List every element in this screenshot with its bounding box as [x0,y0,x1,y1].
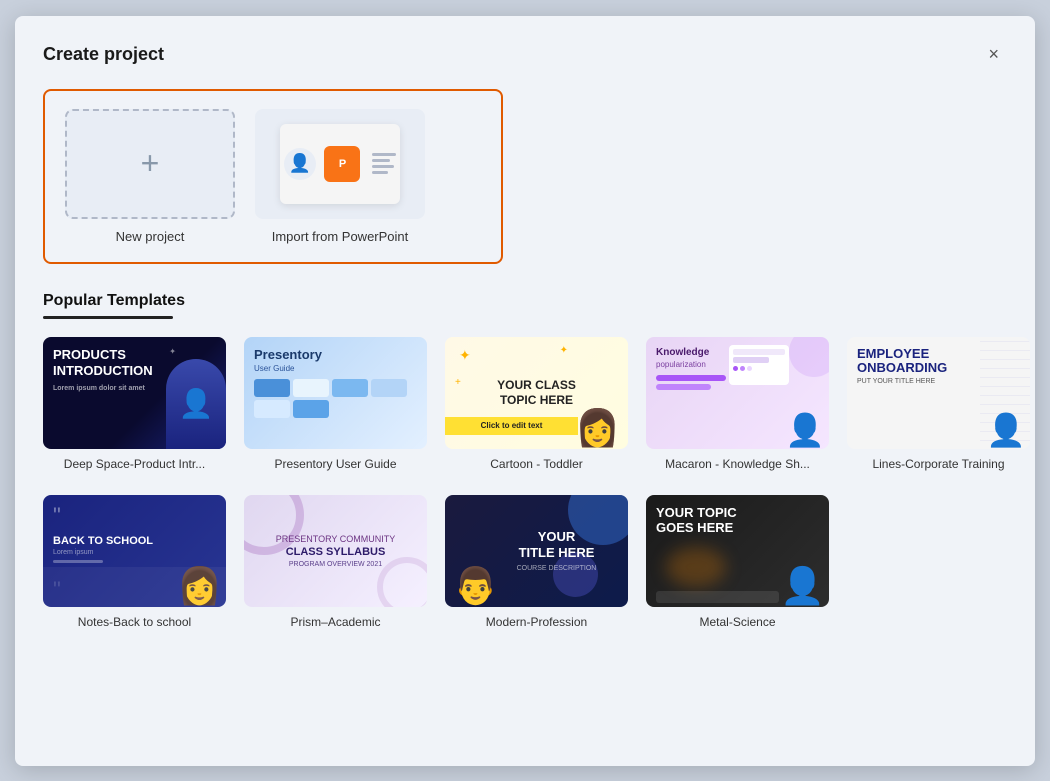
deep-space-subtitle: Lorem ipsum dolor sit amet [53,384,153,393]
cartoon-cta-bar: Click to edit text [445,417,578,435]
template-macaron[interactable]: Knowledge popularization [646,337,829,471]
lines-emp-text: EMPLOYEEONBOARDING [857,347,947,376]
template-thumb-notes: " BACK TO SCHOOL Lorem ipsum 👩 " [43,495,226,607]
classroom-bg [43,567,226,607]
template-presentory[interactable]: Presentory User Guide Presentory User Gu… [244,337,427,471]
template-thumb-lines: EMPLOYEEONBOARDING PUT YOUR TITLE HERE 👤 [847,337,1030,449]
templates-grid: PRODUCTSINTRODUCTION Lorem ipsum dolor s… [43,337,1007,629]
template-label-metal: Metal-Science [699,615,775,629]
modern-subtitle: COURSE DESCRIPTION [517,565,597,572]
template-label-notes: Notes-Back to school [78,615,191,629]
templates-row-2: " BACK TO SCHOOL Lorem ipsum 👩 " Notes-B… [43,495,1007,629]
macaron-window [729,345,789,385]
prism-subtitle: PROGRAM OVERVIEW 2021 [289,561,382,568]
template-prism[interactable]: PRESENTORY COMMUNITY CLASS SYLLABUS PROG… [244,495,427,629]
template-lines[interactable]: EMPLOYEEONBOARDING PUT YOUR TITLE HERE 👤… [847,337,1030,471]
template-modern[interactable]: 👨 YOURTITLE HERE COURSE DESCRIPTION Mode… [445,495,628,629]
plus-icon: + [141,145,160,182]
cartoon-person: 👩 [575,407,620,449]
template-label-prism: Prism–Academic [290,615,380,629]
template-thumb-modern: 👨 YOURTITLE HERE COURSE DESCRIPTION [445,495,628,607]
metal-person: 👤 [780,565,825,607]
modern-title: YOURTITLE HERE [517,529,597,560]
ppt-icon: P [324,146,360,182]
presentory-title: Presentory [254,347,417,362]
top-section: + New project 👤 P Import from PowerPoint [43,89,503,264]
metal-keyboard [656,591,779,603]
template-thumb-prism: PRESENTORY COMMUNITY CLASS SYLLABUS PROG… [244,495,427,607]
notes-sub: Lorem ipsum [53,549,153,556]
import-ppt-inner: 👤 P [280,124,400,204]
template-label-deep-space: Deep Space-Product Intr... [64,457,205,471]
wavy-line-1 [372,153,396,156]
template-label-modern: Modern-Profession [486,615,587,629]
template-label-cartoon: Cartoon - Toddler [490,457,583,471]
wavy-line-3 [372,165,394,168]
macaron-subtitle: popularization [656,360,726,369]
notes-back-text: BACK TO SCHOOL [53,535,153,547]
lines-person: 👤 [986,411,1026,449]
template-thumb-presentory: Presentory User Guide [244,337,427,449]
import-ppt-label: Import from PowerPoint [272,229,409,244]
metal-glow [666,547,726,587]
star-deco-1: ✦ [459,347,471,364]
template-thumb-macaron: Knowledge popularization [646,337,829,449]
presentory-subtitle: User Guide [254,364,417,373]
import-ppt-box: 👤 P [255,109,425,219]
prism-class-syllabus: CLASS SYLLABUS [286,546,386,558]
template-thumb-metal: YOUR TOPICGOES HERE 👤 [646,495,829,607]
template-label-macaron: Macaron - Knowledge Sh... [665,457,810,471]
template-metal[interactable]: YOUR TOPICGOES HERE 👤 Metal-Science [646,495,829,629]
person-icon: 👤 [284,148,316,180]
wavy-lines [372,153,396,174]
presentory-blocks [254,379,417,418]
template-thumb-deep-space: PRODUCTSINTRODUCTION Lorem ipsum dolor s… [43,337,226,449]
new-project-card[interactable]: + New project [65,109,235,244]
templates-row-1: PRODUCTSINTRODUCTION Lorem ipsum dolor s… [43,337,1007,471]
template-thumb-cartoon: YOUR CLASSTOPIC HERE 👩 ✦ + ✦ Click to ed… [445,337,628,449]
template-notes[interactable]: " BACK TO SCHOOL Lorem ipsum 👩 " Notes-B… [43,495,226,629]
close-button[interactable]: × [980,40,1007,69]
lines-sub-text: PUT YOUR TITLE HERE [857,378,947,385]
notes-quote: " [53,505,153,527]
template-label-presentory: Presentory User Guide [274,457,396,471]
new-project-label: New project [116,229,185,244]
create-project-dialog: Create project × + New project 👤 P [15,16,1035,766]
macaron-title: Knowledge [656,347,726,358]
quote-close: " [53,577,61,603]
wavy-line-2 [372,159,390,162]
template-deep-space[interactable]: PRODUCTSINTRODUCTION Lorem ipsum dolor s… [43,337,226,471]
deep-space-title: PRODUCTSINTRODUCTION [53,347,153,381]
template-cartoon[interactable]: YOUR CLASSTOPIC HERE 👩 ✦ + ✦ Click to ed… [445,337,628,471]
dialog-title: Create project [43,44,164,65]
section-underline [43,316,173,319]
deco-star: ✦ [169,347,176,356]
cartoon-topic-text: YOUR CLASSTOPIC HERE [497,378,576,407]
wavy-line-4 [372,171,388,174]
deep-space-person: 👤 [166,359,226,449]
modern-person: 👨 [453,565,498,607]
new-project-box: + [65,109,235,219]
template-label-lines: Lines-Corporate Training [872,457,1004,471]
prism-university: PRESENTORY COMMUNITY [276,534,396,544]
import-ppt-card[interactable]: 👤 P Import from PowerPoint [255,109,425,244]
dialog-header: Create project × [43,40,1007,69]
star-deco-3: ✦ [560,345,568,356]
macaron-person: 👤 [785,411,825,449]
section-title: Popular Templates [43,292,1007,310]
metal-topic: YOUR TOPICGOES HERE [656,505,737,536]
star-deco-2: + [455,377,461,388]
popular-templates-section: Popular Templates PRODUCTSINTRODUCTION L… [43,292,1007,629]
